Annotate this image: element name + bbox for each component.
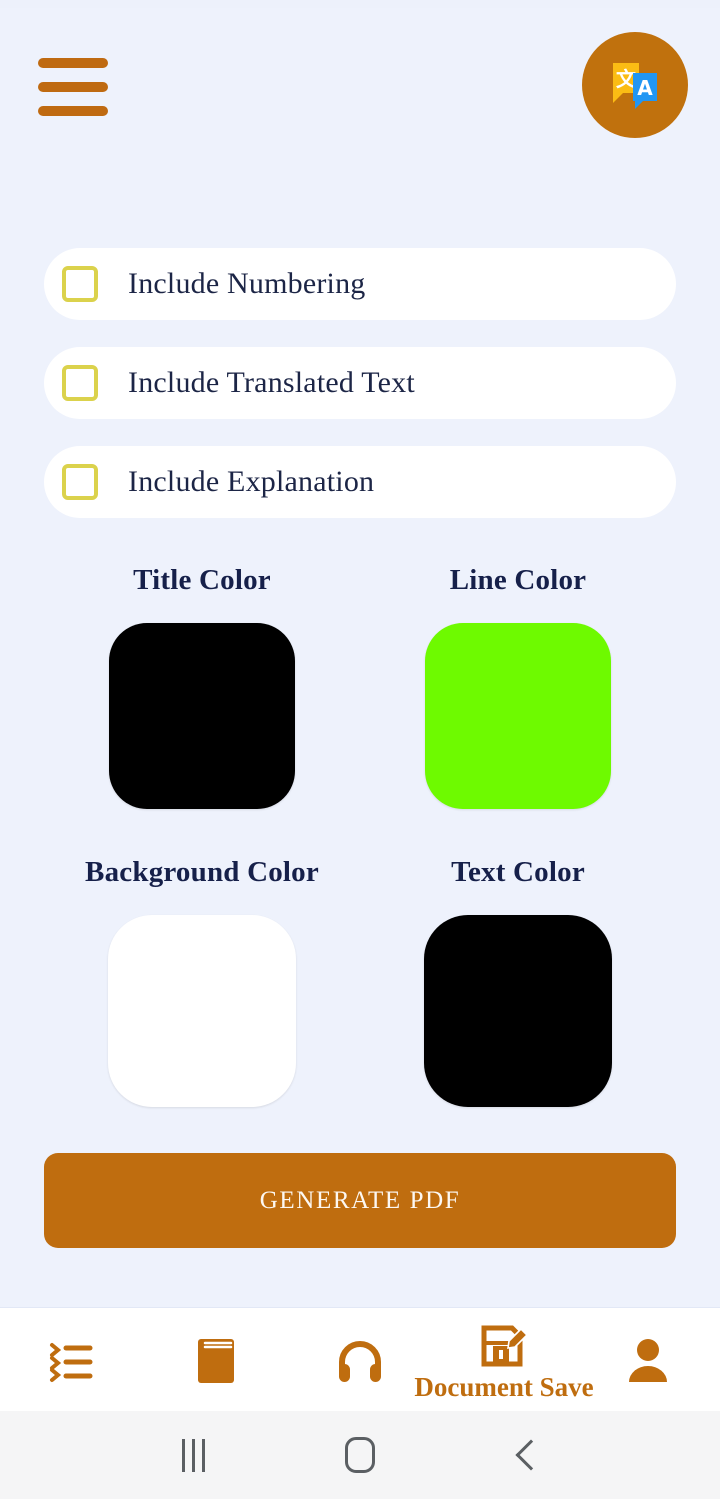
system-navigation-bar <box>0 1411 720 1499</box>
option-row-include-explanation[interactable]: Include Explanation <box>44 446 676 518</box>
color-label-line-color: Line Color <box>449 564 587 596</box>
back-glyph <box>515 1439 547 1471</box>
color-swatch-title-color[interactable] <box>109 623 295 809</box>
color-label-background-color: Background Color <box>85 856 319 888</box>
checkbox-include-explanation[interactable] <box>62 464 98 500</box>
nav-label-document-save: Document Save <box>414 1372 594 1402</box>
option-row-include-translated-text[interactable]: Include Translated Text <box>44 347 676 419</box>
nav-item-document-save[interactable]: Document Save <box>414 1308 594 1411</box>
color-swatch-line-color[interactable] <box>425 623 611 809</box>
color-picker-text-color: Text Color <box>360 856 676 1107</box>
app-bar: 文 A <box>0 8 720 156</box>
color-picker-title-color: Title Color <box>44 564 360 809</box>
option-label-include-explanation: Include Explanation <box>128 465 375 498</box>
recents-icon[interactable] <box>157 1419 229 1491</box>
back-icon[interactable] <box>491 1419 563 1491</box>
bottom-navigation-bar: Document Save <box>0 1307 720 1411</box>
option-label-include-translated-text: Include Translated Text <box>128 366 415 399</box>
color-swatch-background-color[interactable] <box>108 915 296 1107</box>
nav-item-list[interactable] <box>0 1308 144 1411</box>
color-label-text-color: Text Color <box>451 856 585 888</box>
checkbox-include-translated-text[interactable] <box>62 365 98 401</box>
checkbox-include-numbering[interactable] <box>62 266 98 302</box>
recents-glyph <box>181 1438 205 1472</box>
nav-item-book[interactable] <box>144 1308 288 1411</box>
hamburger-bar-3 <box>38 106 108 116</box>
color-label-title-color: Title Color <box>133 564 271 596</box>
home-icon[interactable] <box>324 1419 396 1491</box>
settings-content: Include Numbering Include Translated Tex… <box>0 156 720 1307</box>
svg-text:A: A <box>637 76 653 100</box>
option-label-include-numbering: Include Numbering <box>128 267 366 300</box>
home-glyph <box>344 1437 375 1473</box>
color-picker-row-1: Title Color Line Color <box>44 564 676 809</box>
nav-item-profile[interactable] <box>576 1308 720 1411</box>
options-list: Include Numbering Include Translated Tex… <box>44 156 676 518</box>
color-swatch-text-color[interactable] <box>424 915 612 1107</box>
app-screen: 文 A Include Numbering Include Translated… <box>0 0 720 1499</box>
color-picker-line-color: Line Color <box>360 564 676 809</box>
option-row-include-numbering[interactable]: Include Numbering <box>44 248 676 320</box>
hamburger-menu-icon[interactable] <box>38 58 108 116</box>
color-picker-background-color: Background Color <box>44 856 360 1107</box>
hamburger-bar-1 <box>38 58 108 68</box>
color-picker-row-2: Background Color Text Color <box>44 856 676 1107</box>
generate-pdf-button[interactable]: GENERATE PDF <box>44 1153 676 1248</box>
nav-item-headphones[interactable] <box>288 1308 432 1411</box>
translate-icon[interactable]: 文 A <box>582 32 688 138</box>
hamburger-bar-2 <box>38 82 108 92</box>
status-bar-sliver <box>0 0 720 8</box>
